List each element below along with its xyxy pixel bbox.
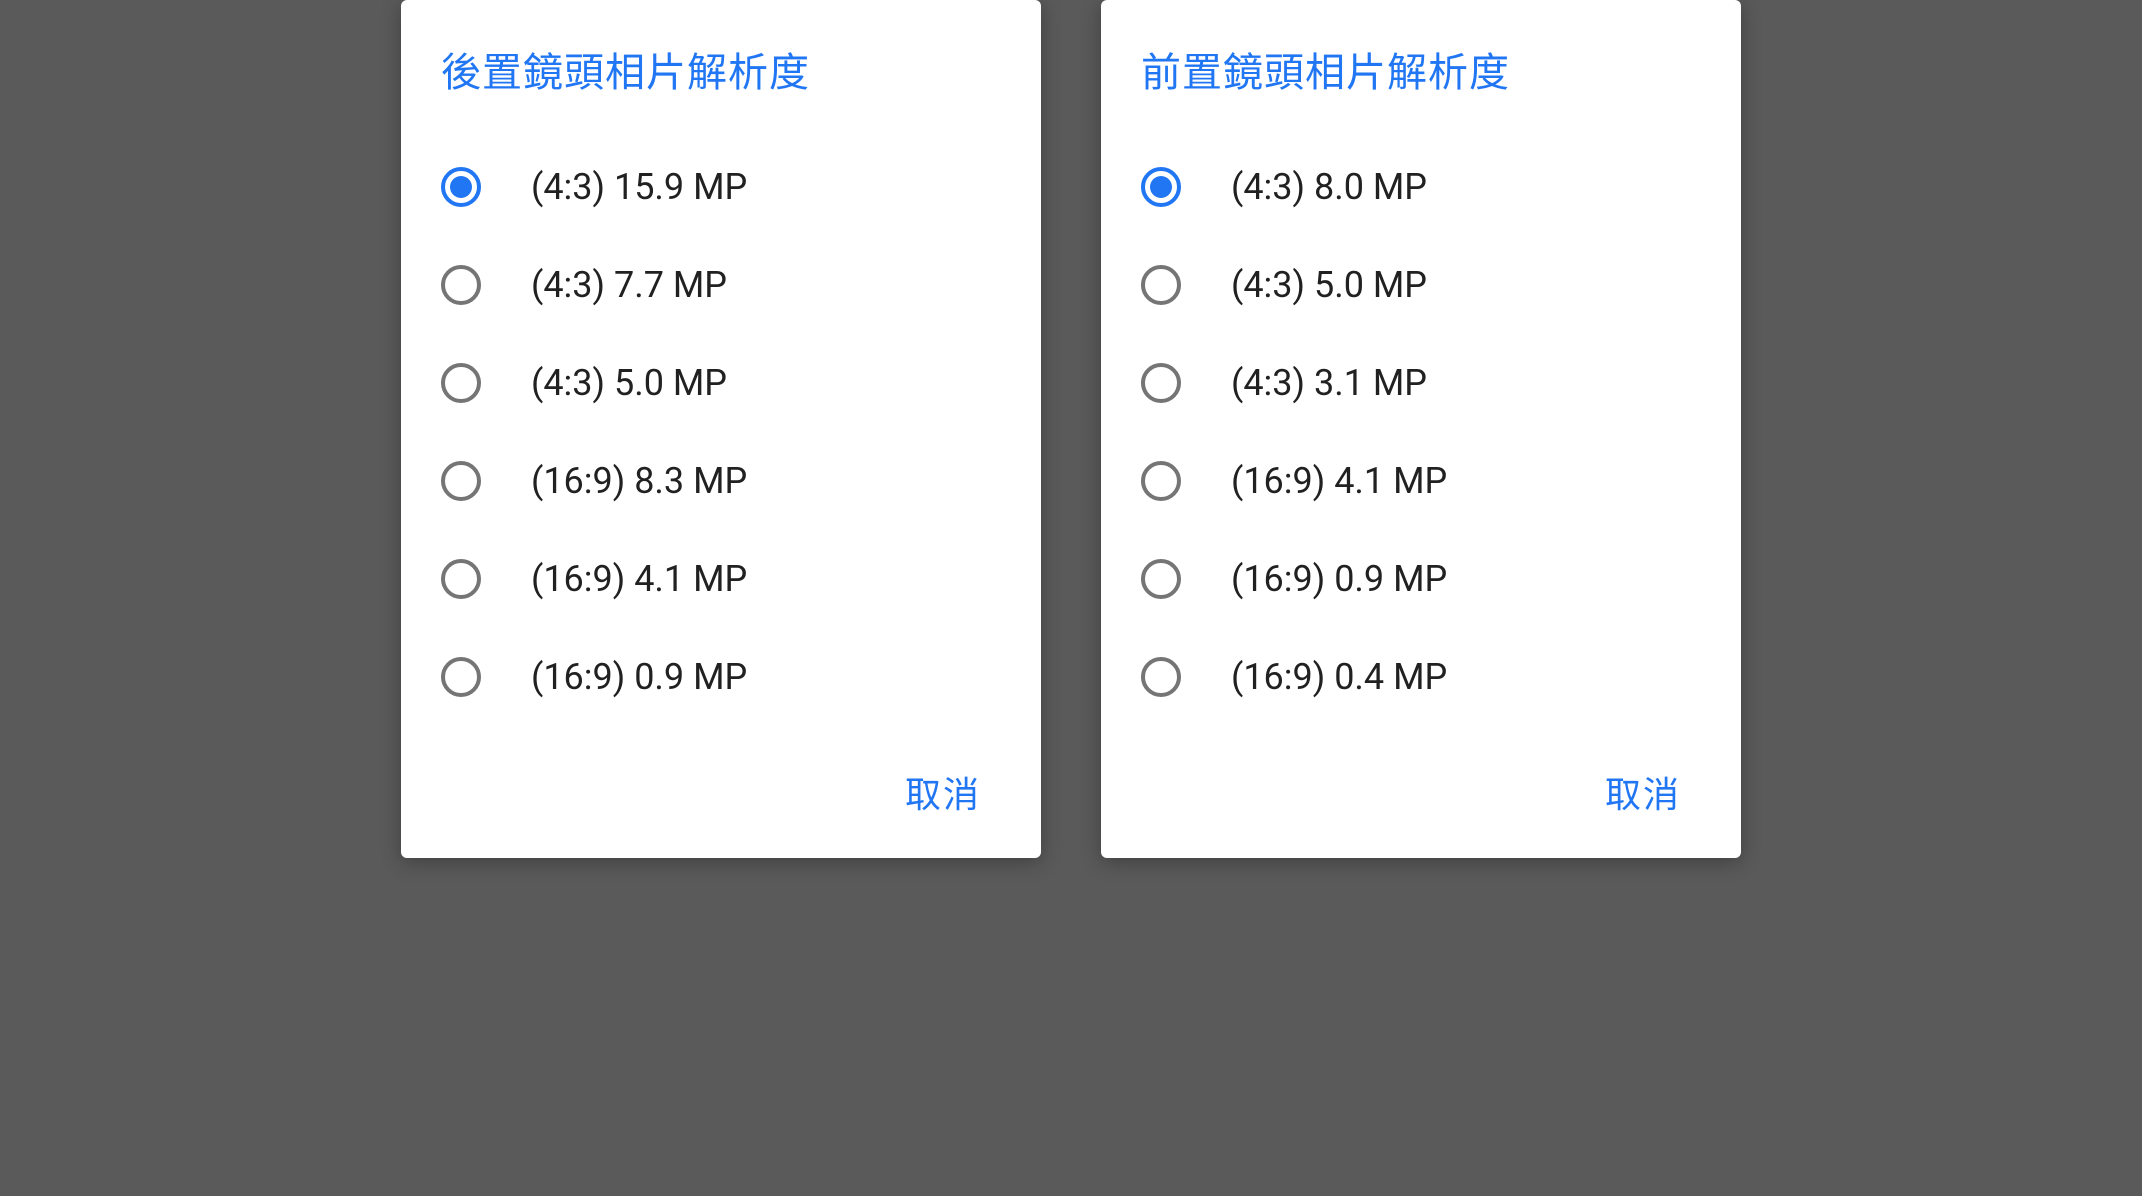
front-option-2[interactable]: (4:3) 3.1 MP (1141, 334, 1701, 432)
cancel-button[interactable]: 取消 (1585, 756, 1701, 828)
option-label: (4:3) 3.1 MP (1231, 362, 1427, 404)
option-label: (16:9) 0.9 MP (531, 656, 747, 698)
option-label: (4:3) 15.9 MP (531, 166, 747, 208)
option-label: (16:9) 4.1 MP (1231, 460, 1447, 502)
radio-icon (441, 657, 481, 697)
rear-options-list: (4:3) 15.9 MP (4:3) 7.7 MP (4:3) 5.0 MP … (441, 138, 1001, 726)
rear-option-2[interactable]: (4:3) 5.0 MP (441, 334, 1001, 432)
rear-camera-resolution-dialog: 後置鏡頭相片解析度 (4:3) 15.9 MP (4:3) 7.7 MP (4:… (401, 0, 1041, 858)
front-options-list: (4:3) 8.0 MP (4:3) 5.0 MP (4:3) 3.1 MP (… (1141, 138, 1701, 726)
front-camera-resolution-dialog: 前置鏡頭相片解析度 (4:3) 8.0 MP (4:3) 5.0 MP (4:3… (1101, 0, 1741, 858)
dialog-title-front: 前置鏡頭相片解析度 (1141, 40, 1701, 98)
front-option-3[interactable]: (16:9) 4.1 MP (1141, 432, 1701, 530)
radio-icon (441, 461, 481, 501)
front-option-4[interactable]: (16:9) 0.9 MP (1141, 530, 1701, 628)
rear-option-5[interactable]: (16:9) 0.9 MP (441, 628, 1001, 726)
radio-icon (1141, 167, 1181, 207)
front-option-5[interactable]: (16:9) 0.4 MP (1141, 628, 1701, 726)
option-label: (4:3) 5.0 MP (1231, 264, 1427, 306)
option-label: (16:9) 0.9 MP (1231, 558, 1447, 600)
radio-icon (441, 167, 481, 207)
rear-option-1[interactable]: (4:3) 7.7 MP (441, 236, 1001, 334)
option-label: (16:9) 4.1 MP (531, 558, 747, 600)
option-label: (16:9) 0.4 MP (1231, 656, 1447, 698)
rear-option-4[interactable]: (16:9) 4.1 MP (441, 530, 1001, 628)
cancel-button[interactable]: 取消 (885, 756, 1001, 828)
dialog-actions: 取消 (1141, 756, 1701, 828)
front-option-0[interactable]: (4:3) 8.0 MP (1141, 138, 1701, 236)
option-label: (4:3) 7.7 MP (531, 264, 727, 306)
radio-icon (1141, 265, 1181, 305)
radio-icon (1141, 461, 1181, 501)
rear-option-0[interactable]: (4:3) 15.9 MP (441, 138, 1001, 236)
dialog-actions: 取消 (441, 756, 1001, 828)
dialog-title-rear: 後置鏡頭相片解析度 (441, 40, 1001, 98)
radio-icon (1141, 657, 1181, 697)
radio-icon (441, 265, 481, 305)
front-option-1[interactable]: (4:3) 5.0 MP (1141, 236, 1701, 334)
radio-icon (1141, 559, 1181, 599)
radio-icon (441, 559, 481, 599)
option-label: (16:9) 8.3 MP (531, 460, 747, 502)
option-label: (4:3) 5.0 MP (531, 362, 727, 404)
option-label: (4:3) 8.0 MP (1231, 166, 1427, 208)
radio-icon (1141, 363, 1181, 403)
radio-icon (441, 363, 481, 403)
rear-option-3[interactable]: (16:9) 8.3 MP (441, 432, 1001, 530)
